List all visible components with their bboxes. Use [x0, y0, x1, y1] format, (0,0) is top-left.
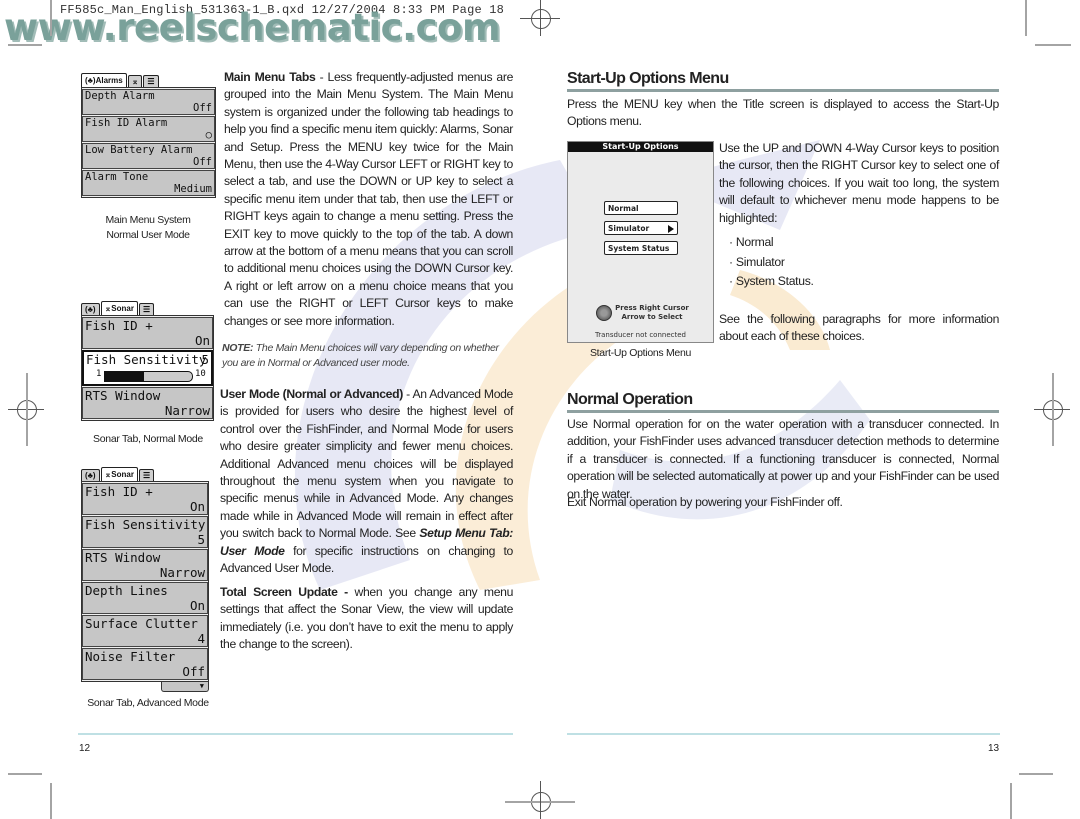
transducer-status: Transducer not connected	[595, 331, 686, 339]
sonar-normal-menu-figure: (♣) ⌅Sonar ☰ Fish ID + On Fish Sensitivit…	[81, 301, 214, 421]
crop-mark	[1035, 44, 1071, 46]
crop-mark	[8, 773, 42, 775]
menu-item: Low Battery Alarm Off	[82, 143, 215, 169]
sensitivity-slider-fill	[105, 372, 144, 381]
bell-icon: ♣	[87, 305, 93, 314]
sensitivity-slider	[104, 371, 193, 382]
menu-list: Fish ID + On Fish Sensitivity 5 1 10 RTS …	[81, 315, 214, 421]
menu-tabs: (♣)Alarms ⌅ ☰	[81, 73, 216, 87]
footer-divider	[567, 733, 1000, 735]
normal-operation-body: Use Normal operation for on the water op…	[567, 417, 999, 501]
tab-sonar: ⌅Sonar	[100, 301, 138, 315]
bell-icon: ♣	[87, 471, 93, 480]
sonar-advanced-menu-figure: (♣) ⌅Sonar ☰ Fish ID + On Fish Sensitivit…	[81, 467, 209, 692]
heading-rule	[567, 410, 999, 413]
menu-item: Fish ID + On	[82, 483, 208, 515]
down-arrow-icon: ▼	[199, 682, 204, 690]
tab-sonar: ⌅	[127, 75, 143, 87]
menu-item: Depth Alarm Off	[82, 89, 215, 115]
tab-alarms: (♣)	[81, 469, 100, 481]
menu-item: Fish ID Alarm ○	[82, 116, 215, 142]
menu-item: Alarm Tone Medium	[82, 170, 215, 196]
crop-mark	[1019, 773, 1053, 775]
menu-item: RTS Window Narrow	[82, 387, 213, 419]
tab-setup: ☰	[143, 75, 159, 87]
tab-setup: ☰	[138, 303, 155, 315]
select-hint: Press Right Cursor Arrow to Select	[615, 304, 689, 321]
main-menu-tabs-paragraph: Main Menu Tabs - Less frequently-adjuste…	[224, 70, 513, 328]
menu-list: Depth Alarm Off Fish ID Alarm ○ Low Batter…	[81, 87, 216, 198]
page-number: 12	[79, 743, 91, 754]
right-arrow-icon	[668, 225, 674, 233]
figure-caption: Sonar Tab, Advanced Mode	[87, 697, 209, 709]
figure-caption: Sonar Tab, Normal Mode	[93, 433, 203, 445]
menu-item: Depth Lines On	[82, 582, 208, 614]
crop-mark	[8, 44, 42, 46]
see-following-paragraph: See the following paragraphs for more in…	[719, 312, 999, 344]
crop-mark	[50, 0, 52, 36]
crop-mark	[50, 783, 52, 819]
site-watermark: www.reelschematic.com	[4, 6, 501, 49]
tab-alarms: (♣)	[81, 303, 100, 315]
normal-operation-exit: Exit Normal operation by powering your F…	[567, 495, 843, 509]
heading-rule	[567, 89, 999, 92]
list-item: · Normal	[729, 235, 774, 249]
normal-operation-heading: Normal Operation	[567, 391, 693, 408]
screen-title: Start-Up Options	[568, 142, 713, 152]
note-paragraph: NOTE: The Main Menu choices will vary de…	[222, 342, 499, 369]
scroll-down-tab: ▼	[161, 682, 209, 692]
option-simulator: Simulator	[604, 221, 678, 235]
menu-item: Fish ID + On	[82, 317, 213, 349]
footer-divider	[78, 733, 513, 735]
sonar-icon: ⌅	[131, 77, 139, 86]
total-screen-update-paragraph: Total Screen Update - when you change an…	[220, 585, 513, 652]
page-number: 13	[988, 743, 1000, 754]
menu-item: RTS Window Narrow	[82, 549, 208, 581]
alarms-menu-figure: (♣)Alarms ⌅ ☰ Depth Alarm Off Fish ID Ala…	[81, 73, 216, 198]
option-system-status: System Status	[604, 241, 678, 255]
menu-item: Surface Clutter 4	[82, 615, 208, 647]
menu-list: Fish ID + On Fish Sensitivity 5 RTS Window…	[81, 481, 209, 682]
menu-item-selected: Fish Sensitivity 5 1 10	[82, 350, 213, 386]
startup-intro: Press the MENU key when the Title screen…	[567, 97, 999, 129]
tab-alarms: (♣)Alarms	[81, 73, 127, 87]
tab-setup: ☰	[138, 469, 155, 481]
option-normal: Normal	[604, 201, 678, 215]
figure-caption: Main Menu System Normal User Mode	[105, 214, 191, 241]
startup-body: Use the UP and DOWN 4-Way Cursor keys to…	[719, 141, 999, 225]
menu-item: Fish Sensitivity 5	[82, 516, 208, 548]
tab-sonar: ⌅Sonar	[100, 467, 138, 481]
list-item: · System Status.	[729, 274, 814, 288]
cursor-pad-icon	[596, 305, 612, 321]
crop-mark	[1025, 0, 1027, 36]
menu-tabs: (♣) ⌅Sonar ☰	[81, 467, 209, 481]
setup-sliders-icon: ☰	[147, 77, 155, 86]
crop-mark	[1010, 783, 1012, 819]
figure-caption: Start-Up Options Menu	[589, 347, 692, 359]
menu-item: Noise Filter Off	[82, 648, 208, 680]
setup-sliders-icon: ☰	[142, 471, 151, 480]
startup-options-screen: Start-Up Options Normal Simulator System…	[567, 141, 714, 343]
choices-list: · Normal · Simulator · System Status.	[729, 233, 814, 292]
menu-tabs: (♣) ⌅Sonar ☰	[81, 301, 214, 315]
user-mode-paragraph: User Mode (Normal or Advanced) - An Adva…	[220, 387, 513, 576]
bell-icon: ♣	[87, 76, 93, 85]
setup-sliders-icon: ☰	[142, 305, 151, 314]
startup-options-heading: Start-Up Options Menu	[567, 70, 729, 87]
list-item: · Simulator	[729, 254, 785, 269]
